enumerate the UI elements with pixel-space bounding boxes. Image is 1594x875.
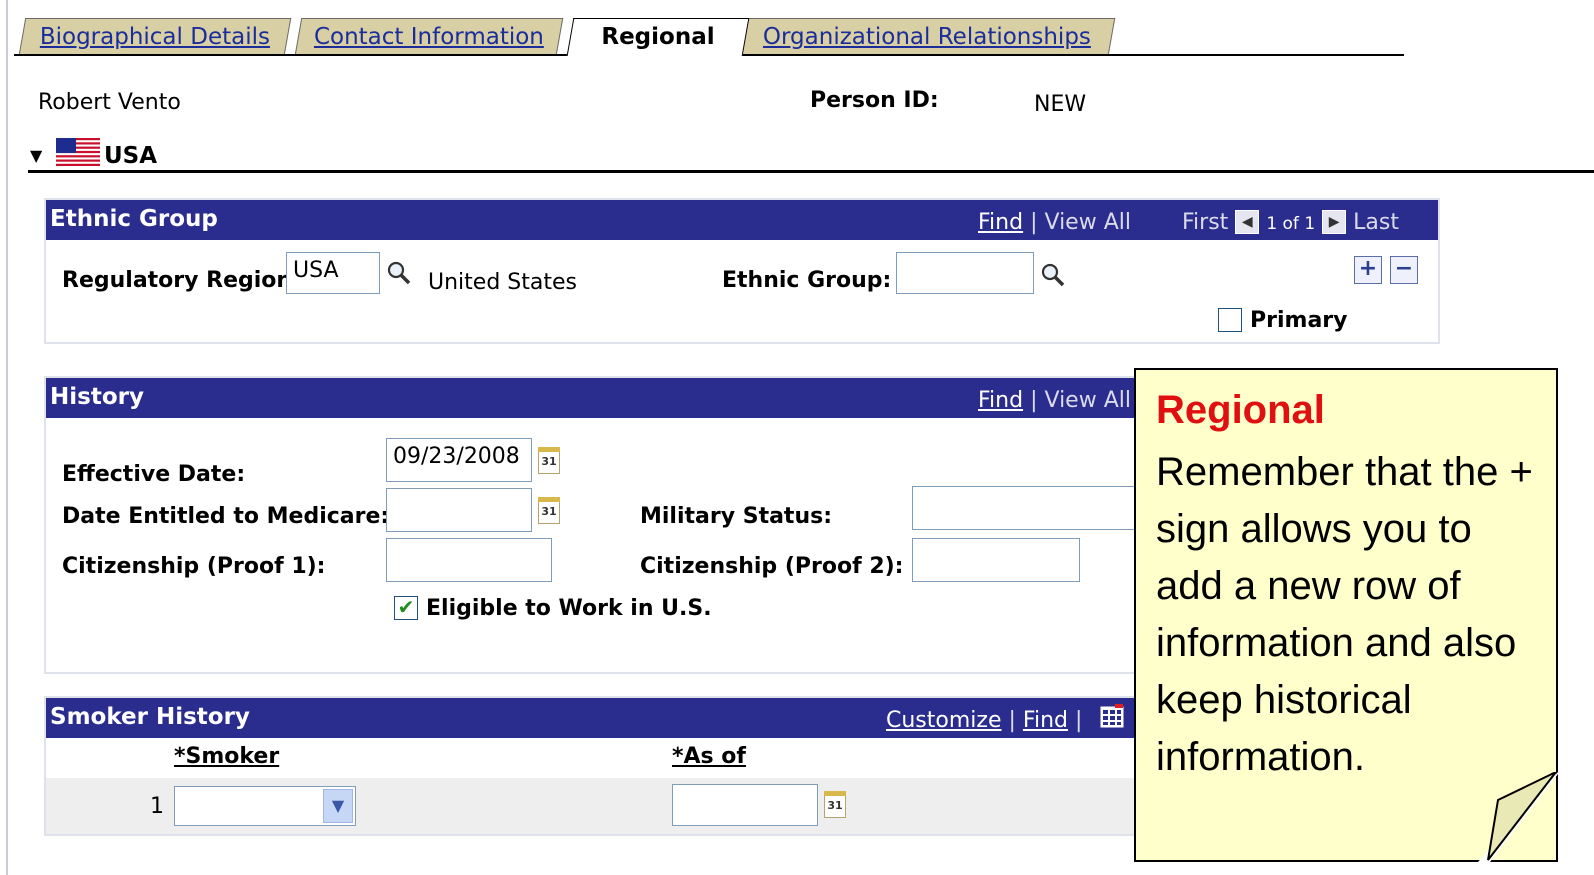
history-header: History Find | View All bbox=[46, 378, 1152, 418]
add-row-button[interactable]: + bbox=[1354, 256, 1382, 284]
page-left-rule bbox=[6, 0, 8, 875]
ethnic-group-lookup-icon[interactable] bbox=[1040, 262, 1066, 292]
region-description: United States bbox=[428, 270, 577, 295]
nav-separator: | bbox=[1008, 708, 1016, 733]
history-section: History Find | View All Effective Date: … bbox=[44, 376, 1154, 674]
callout-title: Regional bbox=[1156, 388, 1325, 432]
smoker-history-title: Smoker History bbox=[50, 704, 250, 730]
history-find-link[interactable]: Find bbox=[978, 388, 1023, 413]
smoker-history-header: Smoker History Customize | Find | bbox=[46, 698, 1152, 738]
callout-body: Remember that the + sign allows you to a… bbox=[1156, 450, 1533, 779]
customize-link[interactable]: Customize bbox=[886, 708, 1001, 733]
medicare-date-input[interactable] bbox=[386, 488, 532, 532]
effective-date-label: Effective Date: bbox=[62, 462, 246, 487]
person-id-label: Person ID: bbox=[810, 88, 939, 113]
ethnic-group-find-link[interactable]: Find bbox=[978, 210, 1023, 235]
medicare-date-label: Date Entitled to Medicare: bbox=[62, 504, 390, 529]
nav-separator: | bbox=[1030, 388, 1038, 413]
row-number: 1 bbox=[150, 794, 164, 819]
as-of-column-header[interactable]: *As of bbox=[672, 744, 746, 769]
ethnic-group-view-all[interactable]: View All bbox=[1045, 210, 1131, 235]
citizenship-proof2-label: Citizenship (Proof 2): bbox=[640, 554, 904, 579]
calendar-icon[interactable]: 31 bbox=[538, 497, 560, 524]
nav-separator: | bbox=[1030, 210, 1038, 235]
us-flag-icon bbox=[56, 138, 100, 166]
pager-first[interactable]: First bbox=[1182, 210, 1228, 235]
regulatory-region-input[interactable]: USA bbox=[286, 252, 380, 294]
primary-checkbox[interactable] bbox=[1218, 308, 1242, 332]
page-curl-icon bbox=[1478, 772, 1558, 862]
ethnic-group-header: Ethnic Group Find | View All First ◀ 1 o… bbox=[46, 200, 1438, 240]
primary-label: Primary bbox=[1250, 308, 1348, 333]
grid-view-icon[interactable] bbox=[1100, 704, 1124, 732]
citizenship-proof2-input[interactable] bbox=[912, 538, 1080, 582]
citizenship-proof1-input[interactable] bbox=[386, 538, 552, 582]
calendar-icon[interactable]: 31 bbox=[538, 447, 560, 474]
smoker-column-header[interactable]: *Smoker bbox=[174, 744, 279, 769]
eligible-to-work-label: Eligible to Work in U.S. bbox=[426, 596, 712, 621]
person-id-value: NEW bbox=[1034, 92, 1087, 117]
effective-date-input[interactable]: 09/23/2008 bbox=[386, 438, 532, 482]
history-nav: Find | View All bbox=[978, 388, 1131, 413]
smoker-history-nav: Customize | Find | bbox=[886, 708, 1082, 733]
tab-regional[interactable]: Regional bbox=[566, 18, 750, 56]
history-view-all[interactable]: View All bbox=[1045, 388, 1131, 413]
ethnic-group-title: Ethnic Group bbox=[50, 206, 218, 232]
previous-arrow-icon[interactable]: ◀ bbox=[1235, 210, 1260, 234]
country-name: USA bbox=[104, 143, 158, 169]
ethnic-group-nav: Find | View All bbox=[978, 210, 1131, 235]
regulatory-region-label: Regulatory Region: bbox=[62, 268, 301, 293]
ethnic-group-section: Ethnic Group Find | View All First ◀ 1 o… bbox=[44, 198, 1440, 344]
person-name: Robert Vento bbox=[38, 90, 181, 115]
ethnic-group-label: Ethnic Group: bbox=[722, 268, 892, 293]
smoker-history-section: Smoker History Customize | Find | *Smoke… bbox=[44, 696, 1154, 836]
pager-last[interactable]: Last bbox=[1353, 210, 1399, 235]
ethnic-group-input[interactable] bbox=[896, 252, 1034, 294]
country-divider bbox=[28, 170, 1594, 173]
next-arrow-icon[interactable]: ▶ bbox=[1322, 210, 1347, 234]
citizenship-proof1-label: Citizenship (Proof 1): bbox=[62, 554, 326, 579]
regulatory-region-lookup-icon[interactable] bbox=[386, 260, 412, 290]
military-status-input[interactable] bbox=[912, 486, 1138, 530]
history-title: History bbox=[50, 384, 144, 410]
callout-note: Regional Remember that the + sign allows… bbox=[1134, 368, 1558, 862]
calendar-icon[interactable]: 31 bbox=[824, 791, 846, 818]
tab-organizational-relationships[interactable]: Organizational Relationships bbox=[738, 18, 1116, 55]
as-of-date-input[interactable] bbox=[672, 784, 818, 826]
nav-separator: | bbox=[1074, 708, 1083, 733]
delete-row-button[interactable]: − bbox=[1390, 256, 1418, 284]
collapse-triangle-icon[interactable]: ▼ bbox=[30, 146, 42, 165]
tab-contact-information[interactable]: Contact Information bbox=[294, 18, 564, 55]
military-status-label: Military Status: bbox=[640, 504, 833, 529]
smoker-find-link[interactable]: Find bbox=[1023, 708, 1068, 733]
pager-count: 1 of 1 bbox=[1266, 214, 1316, 234]
smoker-select[interactable]: ▼ bbox=[174, 786, 356, 826]
ethnic-group-pager: First ◀ 1 of 1 ▶ Last bbox=[1182, 210, 1399, 235]
eligible-to-work-checkbox[interactable]: ✔ bbox=[394, 596, 418, 620]
tab-biographical-details[interactable]: Biographical Details bbox=[18, 18, 292, 55]
chevron-down-icon[interactable]: ▼ bbox=[323, 789, 353, 823]
